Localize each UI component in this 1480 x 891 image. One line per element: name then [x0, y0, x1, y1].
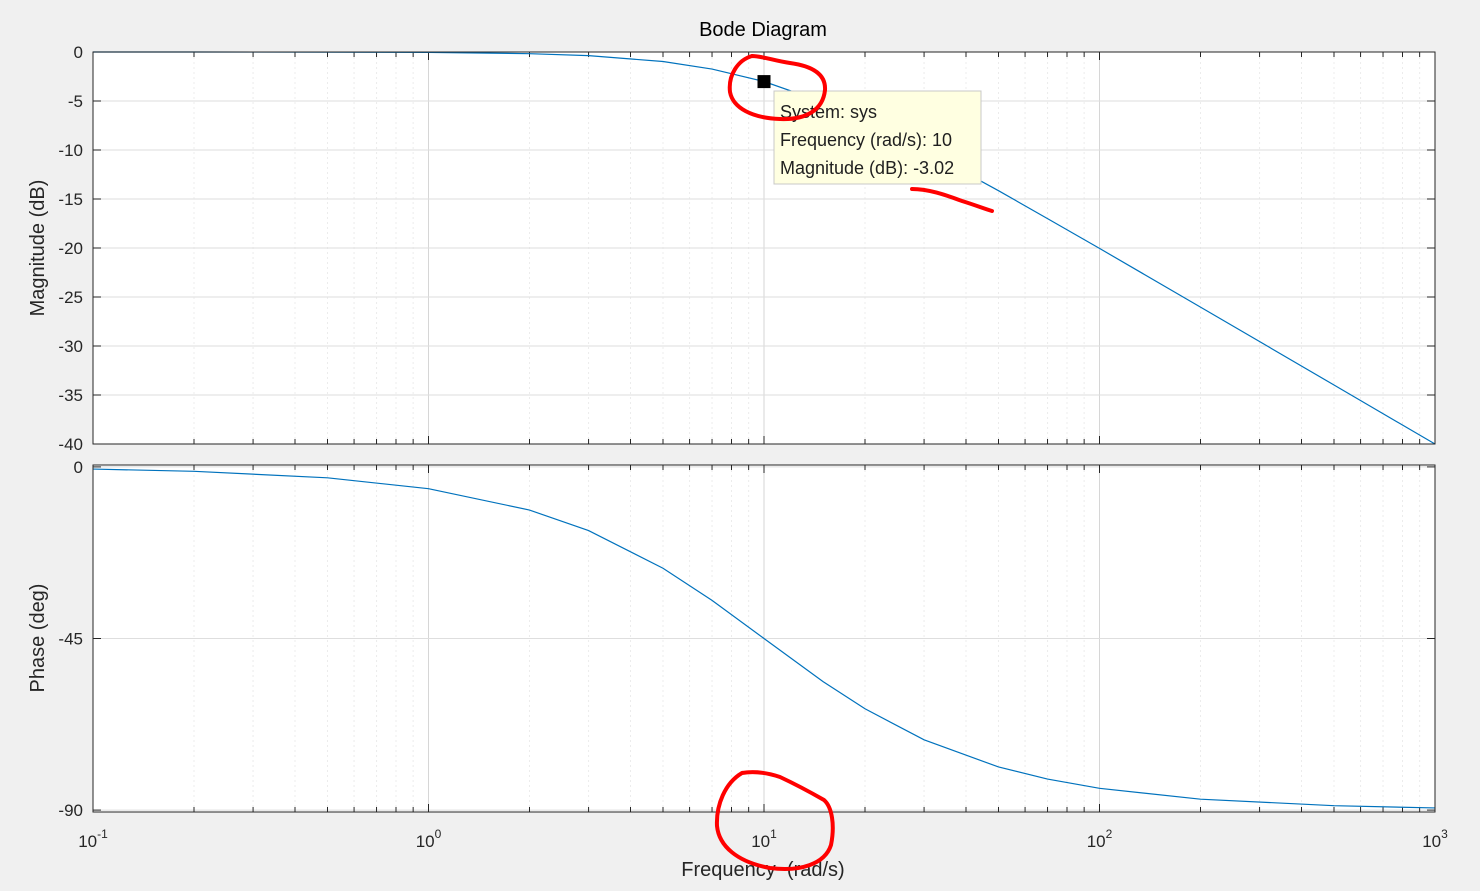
chart-title: Bode Diagram [699, 19, 827, 41]
y-tick-label: 0 [74, 43, 83, 62]
phase-axes[interactable]: 0 -45 -90 Phase (deg) [27, 458, 1436, 820]
y-tick-label: 0 [74, 458, 83, 477]
datatip-marker[interactable] [757, 75, 771, 89]
bode-figure: Bode Diagram 0 -5 -10 -15 -20 -25 -30 -35 -40 Ma… [0, 0, 1480, 891]
magnitude-axes[interactable]: 0 -5 -10 -15 -20 -25 -30 -35 -40 Magnitude (dB) [27, 43, 1436, 454]
y-tick-label: -20 [58, 239, 83, 258]
y-tick-label: -40 [58, 435, 83, 454]
x-axis-label: Frequency (rad/s) [681, 859, 844, 881]
y-tick-label: -5 [68, 92, 83, 111]
datatip-frequency: Frequency (rad/s): 10 [780, 130, 952, 150]
y-tick-label: -25 [58, 288, 83, 307]
datatip[interactable]: System: sys Frequency (rad/s): 10 Magnit… [773, 90, 982, 185]
y-tick-label: -15 [58, 190, 83, 209]
phase-ylabel: Phase (deg) [27, 584, 49, 693]
y-tick-label: -90 [58, 801, 83, 820]
y-tick-label: -30 [58, 337, 83, 356]
magnitude-ylabel: Magnitude (dB) [27, 180, 49, 317]
y-tick-label: -10 [58, 141, 83, 160]
y-tick-label: -35 [58, 386, 83, 405]
datatip-magnitude: Magnitude (dB): -3.02 [780, 158, 954, 178]
y-tick-label: -45 [58, 630, 83, 649]
